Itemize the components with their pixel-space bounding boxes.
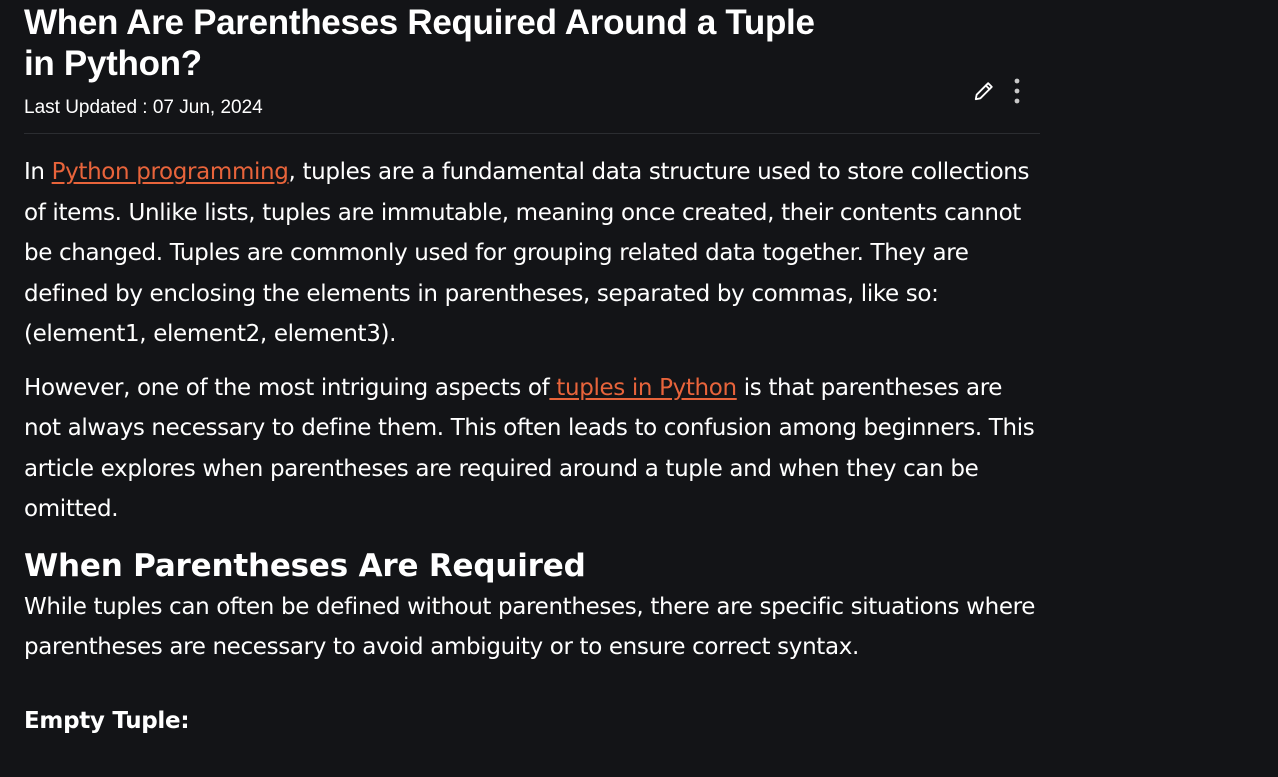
tuples-in-python-link[interactable]: tuples in Python [549,375,737,401]
article-title: When Are Parentheses Required Around a T… [24,3,815,83]
title-divider [24,133,1040,134]
intro-text-start: In [24,159,52,185]
section-paragraph: While tuples can often be defined withou… [24,593,1036,661]
intro-paragraph: In Python programming, tuples are a fund… [24,152,1040,355]
second-text-start: However, one of the most intriguing aspe… [24,374,550,401]
intro-text-rest: , tuples are a fundamental data structur… [24,159,1030,347]
more-vertical-icon[interactable] [1009,78,1025,104]
section-heading: When Parentheses Are Required [24,547,586,584]
article-meta: Last Updated : 07 Jun, 2024 [24,78,1040,133]
last-updated: Last Updated : 07 Jun, 2024 [24,97,263,118]
second-paragraph: However, one of the most intriguing aspe… [24,368,1040,530]
article: When Are Parentheses Required Around a T… [24,0,1040,741]
pencil-icon[interactable] [973,80,995,102]
sub-heading: Empty Tuple: [24,707,190,734]
python-programming-link[interactable]: Python programming [52,159,289,185]
